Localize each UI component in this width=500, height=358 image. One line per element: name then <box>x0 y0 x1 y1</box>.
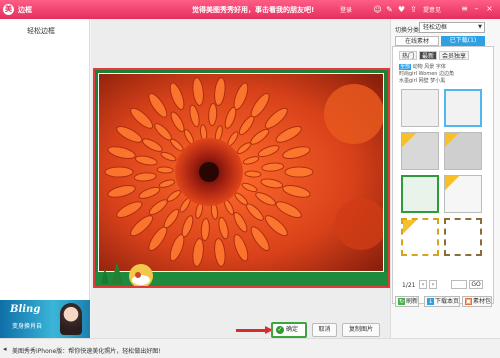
subtab-new[interactable]: 最新 <box>419 51 438 60</box>
canvas-area: ✓ 确定 取消 复制图片 <box>91 19 390 338</box>
new-badge-icon <box>402 133 416 147</box>
category-select[interactable]: 轻松边框 ▼ <box>419 22 485 33</box>
refresh-button[interactable]: ↻ 刷新 <box>395 296 420 307</box>
christmas-deco-icon <box>101 262 153 286</box>
category-value: 轻松边框 <box>423 24 448 31</box>
close-icon[interactable]: × <box>484 3 495 15</box>
menu-icon[interactable]: ≡ <box>459 3 470 15</box>
login-link[interactable]: 登录 <box>340 5 352 14</box>
frame-thumb[interactable] <box>444 218 482 256</box>
petal <box>244 170 262 178</box>
tag-row-3: 水墨girl 网壁 梦小黑 <box>399 77 445 84</box>
ad-portrait <box>60 303 82 335</box>
page-indicator: 1/21 <box>402 282 416 289</box>
tag-dream[interactable]: 梦小黑 <box>430 78 445 84</box>
user-icon[interactable]: ☺ <box>372 4 383 15</box>
frame-thumb[interactable] <box>444 89 482 127</box>
next-page-button[interactable]: › <box>429 280 437 289</box>
frame-thumb[interactable] <box>401 132 439 170</box>
share-icon[interactable]: ⇪ <box>408 4 419 15</box>
download-page-button[interactable]: ↓ 下载本页 <box>424 296 461 307</box>
go-button[interactable]: GO <box>469 280 483 289</box>
prev-page-button[interactable]: ‹ <box>419 280 427 289</box>
photo-preview[interactable] <box>93 68 390 288</box>
feedback-icon[interactable]: ✎ <box>384 4 395 15</box>
pointer-arrow <box>236 326 273 334</box>
skin-icon[interactable]: ♥ <box>396 4 407 15</box>
page-input[interactable] <box>451 280 467 289</box>
tag-row-2: 时尚girl Women 边边角 <box>399 70 454 77</box>
material-pack-button[interactable]: ▣ 素材包 <box>462 296 493 307</box>
tag-row-1: 全部 动物 风景 字体 <box>399 63 446 70</box>
subtab-vip[interactable]: 会员独享 <box>439 51 470 60</box>
new-badge-icon <box>445 176 459 190</box>
window-title: 边框 <box>18 6 32 14</box>
new-badge-icon <box>445 133 459 147</box>
check-icon: ✓ <box>276 326 284 334</box>
right-panel: 切换分类 轻松边框 ▼ 在线素材 已下载(1) 热门 最新 会员独享 全部 动物… <box>390 19 500 338</box>
frame-thumb-selected[interactable] <box>401 175 439 213</box>
material-pack-label: 素材包 <box>473 298 492 305</box>
frame-thumb[interactable] <box>401 89 439 127</box>
ad-subtitle: 变身换肖自 <box>12 323 43 330</box>
frame-thumb[interactable] <box>444 132 482 170</box>
chevron-down-icon: ▼ <box>478 24 482 30</box>
subtab-hot[interactable]: 热门 <box>399 51 418 60</box>
category-label: 切换分类 <box>395 27 420 34</box>
frame-thumb[interactable] <box>444 175 482 213</box>
meitu-logo-icon: 美 <box>3 4 14 15</box>
refresh-label: 刷新 <box>406 298 419 305</box>
tag-wall[interactable]: 网壁 <box>419 78 429 84</box>
package-icon: ▣ <box>465 298 472 305</box>
title-bar: 美 边框 觉得美图秀秀好用，事击看我的朋友吧! 登录 ☺ ✎ ♥ ⇪ 提意见 ≡… <box>0 0 500 19</box>
download-icon: ↓ <box>427 298 434 305</box>
cancel-button[interactable]: 取消 <box>312 323 337 337</box>
left-panel: 轻松边框 Bling 变身换肖自 <box>0 19 90 338</box>
ad-banner[interactable]: Bling 变身换肖自 <box>0 300 90 338</box>
chrysanthemum-image <box>99 74 383 271</box>
copy-image-button[interactable]: 复制图片 <box>342 323 380 337</box>
feedback-link[interactable]: 提意见 <box>423 5 441 14</box>
new-badge-icon <box>403 220 417 234</box>
frame-type-title: 轻松边框 <box>27 27 55 35</box>
refresh-icon: ↻ <box>398 298 405 305</box>
tab-downloaded[interactable]: 已下载(1) <box>441 36 485 46</box>
flower-photo <box>98 73 384 272</box>
petal <box>156 166 174 174</box>
ok-button[interactable]: ✓ 确定 <box>271 322 307 338</box>
tag-ink-girl[interactable]: 水墨girl <box>399 78 417 84</box>
petal <box>284 166 314 178</box>
phone-icon: ◂ <box>3 345 7 353</box>
ok-label: 确定 <box>286 326 299 333</box>
petal <box>104 166 134 178</box>
tab-online-materials[interactable]: 在线素材 <box>395 36 439 46</box>
promo-link[interactable]: 觉得美图秀秀好用，事击看我的朋友吧! <box>192 5 314 15</box>
status-promo[interactable]: 美图秀秀iPhone版：帮你快速美化照片，轻松做出好图! <box>12 346 161 355</box>
minimize-icon[interactable]: – <box>471 3 482 15</box>
download-page-label: 下载本页 <box>435 298 460 305</box>
frame-thumb[interactable] <box>401 218 439 256</box>
material-panel: 热门 最新 会员独享 全部 动物 风景 字体 时尚girl Women 边边角 … <box>392 46 494 307</box>
status-bar: ◂ 美图秀秀iPhone版：帮你快速美化照片，轻松做出好图! <box>0 338 500 358</box>
ad-brand: Bling <box>10 304 41 315</box>
